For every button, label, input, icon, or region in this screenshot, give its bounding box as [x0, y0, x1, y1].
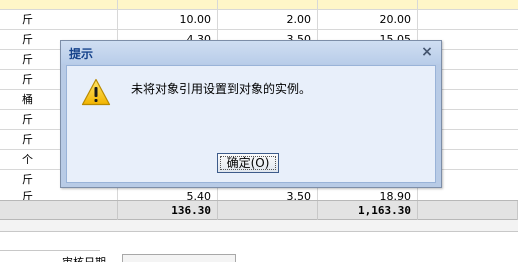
unit-cell: 斤: [0, 187, 118, 200]
price-cell: 2.00: [218, 10, 318, 30]
dialog-title: 提示: [69, 47, 94, 61]
close-icon[interactable]: ×: [419, 44, 435, 60]
ok-button-label: 确定(O): [226, 156, 270, 170]
qty-cell: 5.40: [118, 187, 218, 200]
price-cell: 3.50: [218, 187, 318, 200]
table-row[interactable]: [0, 0, 518, 10]
amount-cell: 18.90: [318, 187, 418, 200]
table-row[interactable]: 斤 5.40 3.50 18.90: [0, 187, 518, 200]
extra-cell: [418, 10, 518, 30]
total-amount: 1,163.30: [318, 201, 418, 221]
form-area: 审核日期: [0, 232, 518, 262]
amount-cell: 20.00: [318, 10, 418, 30]
unit-cell: 斤: [0, 10, 118, 30]
splitter[interactable]: [0, 220, 518, 232]
warning-icon: [81, 78, 111, 106]
total-extra: [418, 201, 518, 221]
dialog-message: 未将对象引用设置到对象的实例。: [131, 82, 312, 96]
amount-cell: [318, 0, 418, 10]
extra-cell: [418, 0, 518, 10]
totals-row: 136.30 1,163.30: [0, 200, 518, 221]
table-row[interactable]: 斤 10.00 2.00 20.00: [0, 10, 518, 30]
qty-cell: [118, 0, 218, 10]
divider: [0, 250, 100, 251]
total-price: [218, 201, 318, 221]
totals-label-cell: [0, 201, 118, 221]
unit-cell: [0, 0, 118, 10]
message-dialog: 提示 × 未将对象引用设置到对象的实例。 确定(O): [60, 40, 442, 188]
extra-cell: [418, 187, 518, 200]
qty-cell: 10.00: [118, 10, 218, 30]
review-date-input[interactable]: [122, 254, 236, 262]
price-cell: [218, 0, 318, 10]
ok-button[interactable]: 确定(O): [217, 153, 279, 173]
dialog-body: 未将对象引用设置到对象的实例。 确定(O): [66, 65, 436, 183]
total-qty: 136.30: [118, 201, 218, 221]
dialog-titlebar[interactable]: 提示 ×: [61, 41, 441, 64]
review-date-label: 审核日期: [62, 254, 106, 262]
